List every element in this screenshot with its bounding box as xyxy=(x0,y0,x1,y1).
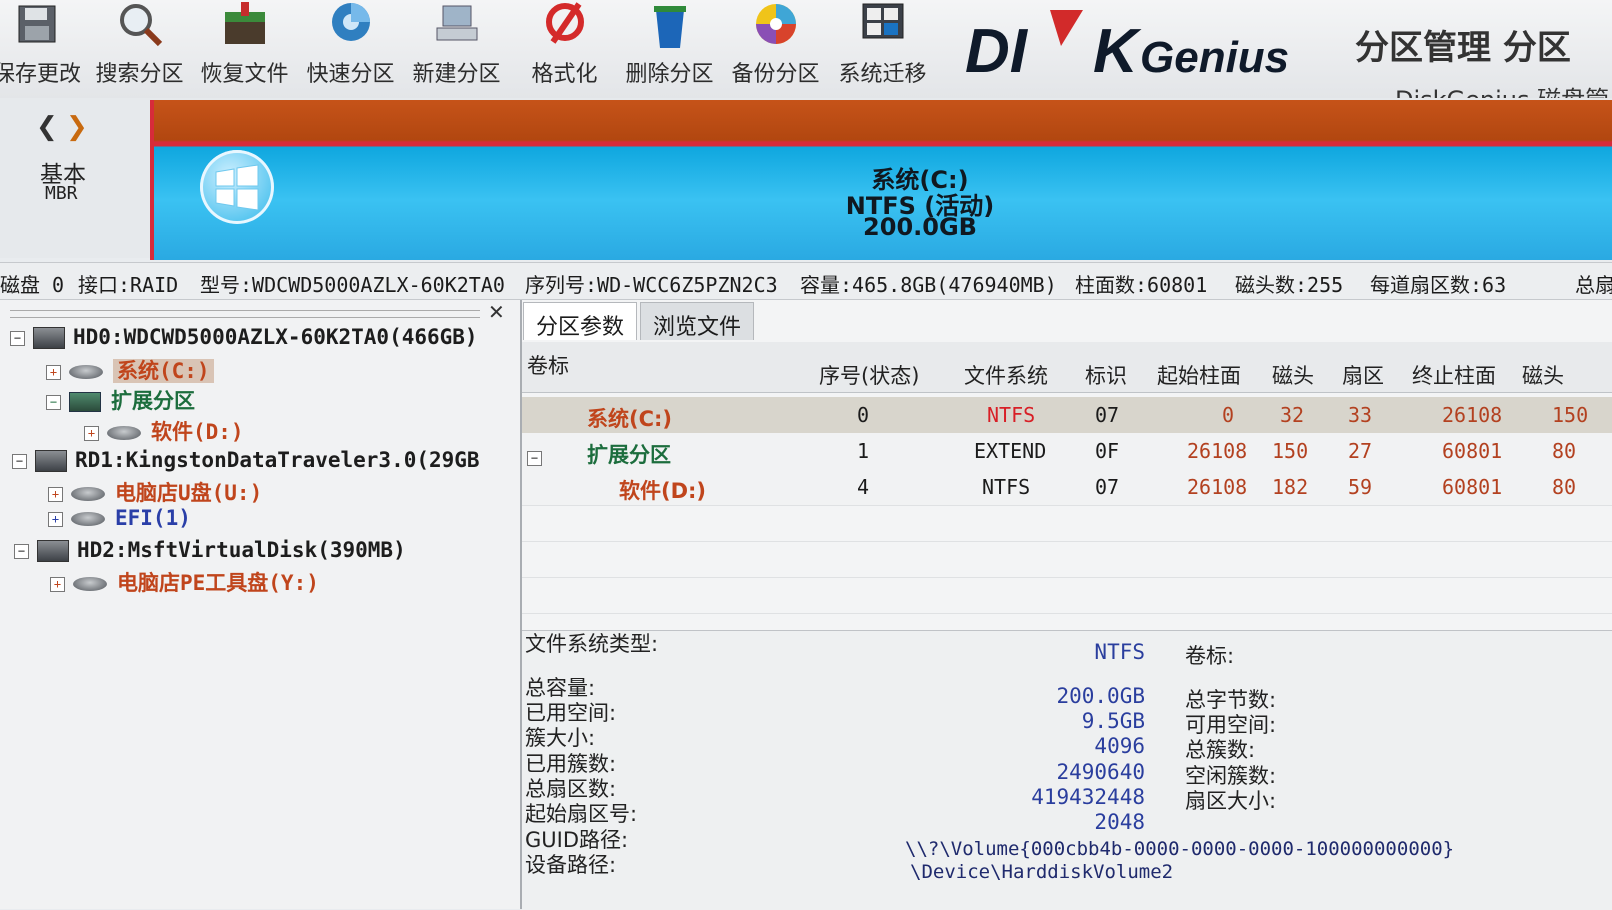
disk-interface: 接口:RAID xyxy=(78,273,179,297)
tree-node-usb-u[interactable]: + 电脑店U盘(U:) xyxy=(48,477,262,507)
col-sector[interactable]: 扇区 xyxy=(1342,360,1384,390)
collapse-icon[interactable]: − xyxy=(527,443,542,467)
search-icon xyxy=(119,4,162,47)
partition-icon xyxy=(107,426,141,440)
used-space-value: 9.5GB xyxy=(1081,709,1145,733)
system-migration-icon xyxy=(862,3,903,39)
close-icon[interactable]: ✕ xyxy=(488,300,505,324)
col-volume-label[interactable]: 卷标 xyxy=(527,350,569,380)
partition-icon xyxy=(71,487,105,501)
disk-model: 型号:WDCWD5000AZLX-60K2TA0 xyxy=(200,273,505,297)
table-row[interactable]: 软件(D:) 4 NTFS 07 26108 182 59 60801 80 xyxy=(522,469,1612,505)
windows-logo-icon xyxy=(200,150,274,224)
save-icon xyxy=(18,5,56,43)
table-empty-area xyxy=(522,505,1612,630)
format-button[interactable]: 格式化 xyxy=(522,0,607,90)
guid-path-value: \\?\Volume{000cbb4b-0000-0000-0000-10000… xyxy=(905,838,1455,860)
total-sectors-value: 419432448 xyxy=(1031,785,1145,809)
disk-cylinders: 柱面数:60801 xyxy=(1075,273,1208,297)
used-clusters-value: 2490640 xyxy=(1056,760,1145,784)
diskgenius-logo: DI K Genius xyxy=(965,10,1289,86)
extended-partition-icon xyxy=(69,392,101,412)
sector-size-label: 扇区大小: xyxy=(1185,789,1277,813)
col-start-cylinder[interactable]: 起始柱面 xyxy=(1157,360,1241,390)
backup-partition-button[interactable]: 备份分区 xyxy=(728,0,823,90)
col-id[interactable]: 标识 xyxy=(1085,360,1127,390)
device-path-value: \Device\HarddiskVolume2 xyxy=(910,861,1174,883)
disk-number: 磁盘 0 xyxy=(0,273,65,297)
format-icon xyxy=(545,2,584,44)
virtual-disk-icon xyxy=(37,540,69,562)
col-head[interactable]: 磁头 xyxy=(1272,360,1314,390)
tree-node-rd1[interactable]: − RD1:KingstonDataTraveler3.0(29GB xyxy=(12,448,480,472)
disk-heads: 磁头数:255 xyxy=(1235,273,1344,297)
hard-disk-icon xyxy=(33,327,65,349)
tab-partition-params[interactable]: 分区参数 xyxy=(523,302,638,340)
tree-node-software-d[interactable]: + 软件(D:) xyxy=(84,416,244,446)
col-seq-status[interactable]: 序号(状态) xyxy=(819,360,919,390)
cluster-size-value: 4096 xyxy=(1094,734,1145,758)
tree-node-system-c[interactable]: + 系统(C:) xyxy=(46,355,214,385)
table-row[interactable]: − 扩展分区 1 EXTEND 0F 26108 150 27 60801 80 xyxy=(522,433,1612,469)
tree-node-extended[interactable]: − 扩展分区 xyxy=(46,385,195,415)
new-partition-button[interactable]: 新建分区 xyxy=(409,0,504,90)
tree-node-hd0[interactable]: − HD0:WDCWD5000AZLX-60K2TA0(466GB) xyxy=(10,325,478,349)
expand-icon[interactable]: + xyxy=(50,576,65,592)
toolbar: 保存更改 搜索分区 恢复文件 快速分区 新建分区 格式化 删除分区 备份分区 系… xyxy=(0,0,1612,114)
restore-files-icon xyxy=(224,2,265,44)
quick-partition-icon xyxy=(331,3,370,41)
expand-icon[interactable]: + xyxy=(46,364,61,380)
fs-type-label: 文件系统类型: xyxy=(525,632,659,656)
tree-node-efi[interactable]: + EFI(1) xyxy=(48,506,191,530)
usb-disk-icon xyxy=(35,450,67,472)
svg-text:Genius: Genius xyxy=(1140,33,1289,82)
panel-grip[interactable] xyxy=(10,310,480,318)
total-capacity-value: 200.0GB xyxy=(1056,684,1145,708)
col-end-cylinder[interactable]: 终止柱面 xyxy=(1412,360,1496,390)
fs-type-value: NTFS xyxy=(1094,640,1145,664)
tree-node-pe-y[interactable]: + 电脑店PE工具盘(Y:) xyxy=(50,567,319,597)
brand-title: 分区管理 分区 xyxy=(1355,28,1571,68)
delete-partition-button[interactable]: 删除分区 xyxy=(622,0,717,90)
expand-icon[interactable]: + xyxy=(84,425,99,441)
partition-size: 200.0GB xyxy=(863,213,977,241)
collapse-icon[interactable]: − xyxy=(46,394,61,410)
partition-icon xyxy=(71,512,105,526)
disk-total-sectors: 总扇 xyxy=(1575,273,1612,297)
save-changes-button[interactable]: 保存更改 xyxy=(0,0,82,90)
quick-partition-button[interactable]: 快速分区 xyxy=(303,0,398,90)
restore-files-button[interactable]: 恢复文件 xyxy=(197,0,292,90)
table-row[interactable]: 系统(C:) 0 NTFS 07 0 32 33 26108 150 xyxy=(522,397,1612,433)
disk-serial: 序列号:WD-WCC6Z5PZN2C3 xyxy=(525,273,778,297)
backup-partition-icon xyxy=(755,4,796,44)
col-filesystem[interactable]: 文件系统 xyxy=(964,360,1048,390)
expand-icon[interactable]: + xyxy=(48,511,63,527)
search-partition-button[interactable]: 搜索分区 xyxy=(92,0,187,90)
tree-node-hd2[interactable]: − HD2:MsftVirtualDisk(390MB) xyxy=(14,538,406,562)
disk-partition-style: MBR xyxy=(45,183,78,204)
collapse-icon[interactable]: − xyxy=(10,330,25,346)
next-disk-icon[interactable]: ❯ xyxy=(66,112,88,142)
partition-icon xyxy=(69,365,103,379)
delete-partition-icon xyxy=(653,6,686,48)
col-end-head[interactable]: 磁头 xyxy=(1522,360,1564,390)
disk-capacity: 容量:465.8GB(476940MB) xyxy=(800,273,1057,297)
start-sector-value: 2048 xyxy=(1094,810,1145,834)
partition-icon xyxy=(73,577,107,591)
system-migration-button[interactable]: 系统迁移 xyxy=(835,0,930,90)
expand-icon[interactable]: + xyxy=(48,486,63,502)
collapse-icon[interactable]: − xyxy=(12,453,27,469)
new-partition-icon xyxy=(436,5,477,41)
tab-browse-files[interactable]: 浏览文件 xyxy=(640,302,755,340)
disk-info-bar: 磁盘 0 接口:RAID 型号:WDCWD5000AZLX-60K2TA0 序列… xyxy=(0,262,1612,300)
volume-label-label: 卷标: xyxy=(1185,644,1235,668)
svg-text:K: K xyxy=(1093,17,1142,86)
previous-disk-icon[interactable]: ❮ xyxy=(36,112,58,142)
device-path-label: 设备路径: xyxy=(525,853,617,877)
collapse-icon[interactable]: − xyxy=(14,543,29,559)
svg-text:DI: DI xyxy=(965,17,1029,86)
partition-table-header: 卷标 序号(状态) 文件系统 标识 起始柱面 磁头 扇区 终止柱面 磁头 xyxy=(522,342,1612,393)
disk-sectors-per-track: 每道扇区数:63 xyxy=(1370,273,1507,297)
